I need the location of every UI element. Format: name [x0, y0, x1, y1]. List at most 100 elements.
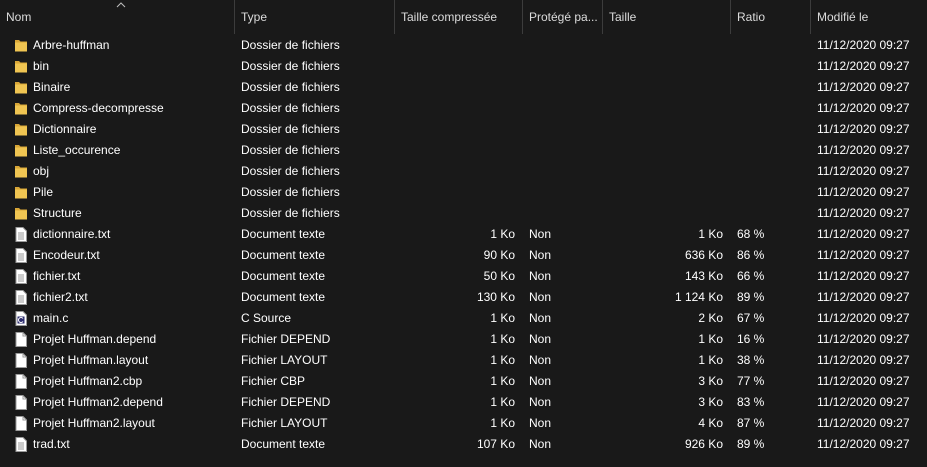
file-type: Document texte — [241, 227, 326, 241]
file-ratio: 68 % — [737, 227, 765, 241]
file-size — [603, 98, 723, 119]
file-type: C Source — [241, 311, 292, 325]
file-compressed-size: 1 Ko — [490, 395, 515, 409]
column-header-size[interactable]: Taille — [603, 0, 731, 34]
file-compressed-size: 130 Ko — [476, 290, 515, 304]
file-row[interactable]: Liste_occurence Dossier de fichiers 11/12/… — [0, 140, 927, 161]
file-modified-date: 11/12/2020 09:27 — [817, 101, 910, 115]
file-row[interactable]: fichier.txt Document texte 50 Ko Non 143 Ko 6… — [0, 266, 927, 287]
file-row[interactable]: obj Dossier de fichiers 11/12/2020 09:27 — [0, 161, 927, 182]
file-compressed-size: 1 Ko — [490, 416, 515, 430]
file-row[interactable]: Projet Huffman.depend Fichier DEPEND 1 Ko N… — [0, 329, 927, 350]
file-row[interactable]: bin Dossier de fichiers 11/12/2020 09:27 — [0, 56, 927, 77]
column-header-name-label: Nom — [6, 10, 32, 24]
folder-icon — [14, 164, 28, 179]
file-modified-date: 11/12/2020 09:27 — [817, 416, 910, 430]
file-modified-date: 11/12/2020 09:27 — [817, 395, 910, 409]
file-modified-date: 11/12/2020 09:27 — [817, 353, 910, 367]
column-header-type[interactable]: Type — [235, 0, 395, 34]
file-type: Dossier de fichiers — [241, 164, 340, 178]
file-ratio: 83 % — [737, 395, 765, 409]
file-ratio: 89 % — [737, 290, 765, 304]
file-compressed-size: 1 Ko — [490, 311, 515, 325]
file-name: bin — [33, 59, 50, 73]
file-row[interactable]: Structure Dossier de fichiers 11/12/2020 0… — [0, 203, 927, 224]
file-name: obj — [33, 164, 50, 178]
file-name: fichier2.txt — [33, 290, 88, 304]
file-name: fichier.txt — [33, 269, 81, 283]
column-header-compressed-size[interactable]: Taille compressée — [395, 0, 523, 34]
file-modified-date: 11/12/2020 09:27 — [817, 227, 910, 241]
file-name: Binaire — [33, 80, 71, 94]
file-row[interactable]: Projet Huffman2.depend Fichier DEPEND 1 Ko… — [0, 392, 927, 413]
file-row[interactable]: Projet Huffman2.layout Fichier LAYOUT 1 Ko… — [0, 413, 927, 434]
file-row[interactable]: main.c C Source 1 Ko Non 2 Ko 67 % 11/12/2020 … — [0, 308, 927, 329]
file-name: Liste_occurence — [33, 143, 121, 157]
file-row[interactable]: Projet Huffman2.cbp Fichier CBP 1 Ko Non 3 K… — [0, 371, 927, 392]
file-size: 1 Ko — [698, 227, 723, 241]
file-compressed-size — [400, 56, 515, 77]
file-name: Projet Huffman.layout — [33, 353, 149, 367]
column-header: Nom Type Taille compressée Protégé pa...… — [0, 0, 927, 34]
blank-file-icon — [14, 374, 28, 389]
file-size: 4 Ko — [698, 416, 723, 430]
file-type: Document texte — [241, 437, 326, 451]
column-header-compressed-size-label: Taille compressée — [401, 10, 498, 24]
file-row[interactable]: Encodeur.txt Document texte 90 Ko Non 636 Ko… — [0, 245, 927, 266]
file-compressed-size: 50 Ko — [483, 269, 515, 283]
column-header-ratio-label: Ratio — [737, 10, 766, 24]
text-document-icon — [14, 248, 28, 263]
file-compressed-size — [400, 140, 515, 161]
file-row[interactable]: Pile Dossier de fichiers 11/12/2020 09:27 — [0, 182, 927, 203]
file-type: Dossier de fichiers — [241, 59, 340, 73]
file-type: Dossier de fichiers — [241, 143, 340, 157]
blank-file-icon — [14, 416, 28, 431]
folder-icon — [14, 80, 28, 95]
column-header-protected[interactable]: Protégé pa... — [523, 0, 603, 34]
folder-icon — [14, 38, 28, 53]
file-row[interactable]: trad.txt Document texte 107 Ko Non 926 Ko 89 … — [0, 434, 927, 455]
folder-icon — [14, 59, 28, 74]
file-name: Dictionnaire — [33, 122, 97, 136]
file-compressed-size: 107 Ko — [476, 437, 515, 451]
file-row[interactable]: Dictionnaire Dossier de fichiers 11/12/202… — [0, 119, 927, 140]
file-modified-date: 11/12/2020 09:27 — [817, 38, 910, 52]
file-protected: Non — [529, 332, 552, 346]
file-compressed-size — [400, 161, 515, 182]
file-name: Projet Huffman2.depend — [33, 395, 163, 409]
file-compressed-size: 1 Ko — [490, 374, 515, 388]
file-modified-date: 11/12/2020 09:27 — [817, 248, 910, 262]
file-modified-date: 11/12/2020 09:27 — [817, 332, 910, 346]
file-compressed-size: 1 Ko — [490, 332, 515, 346]
file-size — [603, 182, 723, 203]
file-name: Encodeur.txt — [33, 248, 100, 262]
file-type: Fichier CBP — [241, 374, 306, 388]
file-size: 1 Ko — [698, 332, 723, 346]
file-row[interactable]: dictionnaire.txt Document texte 1 Ko Non 1 K… — [0, 224, 927, 245]
column-header-name[interactable]: Nom — [0, 0, 235, 34]
column-header-ratio[interactable]: Ratio — [731, 0, 811, 34]
file-row[interactable]: fichier2.txt Document texte 130 Ko Non 1 124… — [0, 287, 927, 308]
file-row[interactable]: Arbre-huffman Dossier de fichiers 11/12/20… — [0, 35, 927, 56]
file-protected: Non — [529, 416, 552, 430]
file-row[interactable]: Projet Huffman.layout Fichier LAYOUT 1 Ko N… — [0, 350, 927, 371]
file-type: Fichier DEPEND — [241, 395, 331, 409]
column-header-modified[interactable]: Modifié le — [811, 0, 927, 34]
file-ratio: 67 % — [737, 311, 765, 325]
file-protected: Non — [529, 374, 552, 388]
folder-icon — [14, 101, 28, 116]
file-ratio: 38 % — [737, 353, 765, 367]
file-row[interactable]: Compress-decompresse Dossier de fichiers 1… — [0, 98, 927, 119]
file-compressed-size: 1 Ko — [490, 227, 515, 241]
file-type: Fichier DEPEND — [241, 332, 331, 346]
column-header-protected-label: Protégé pa... — [529, 10, 598, 24]
column-header-modified-label: Modifié le — [817, 10, 869, 24]
file-compressed-size: 1 Ko — [490, 353, 515, 367]
file-row[interactable]: Binaire Dossier de fichiers 11/12/2020 09:… — [0, 77, 927, 98]
file-name: dictionnaire.txt — [33, 227, 111, 241]
file-type: Dossier de fichiers — [241, 185, 340, 199]
file-name: Compress-decompresse — [33, 101, 164, 115]
file-type: Dossier de fichiers — [241, 206, 340, 220]
file-type: Fichier LAYOUT — [241, 416, 328, 430]
file-ratio: 16 % — [737, 332, 765, 346]
